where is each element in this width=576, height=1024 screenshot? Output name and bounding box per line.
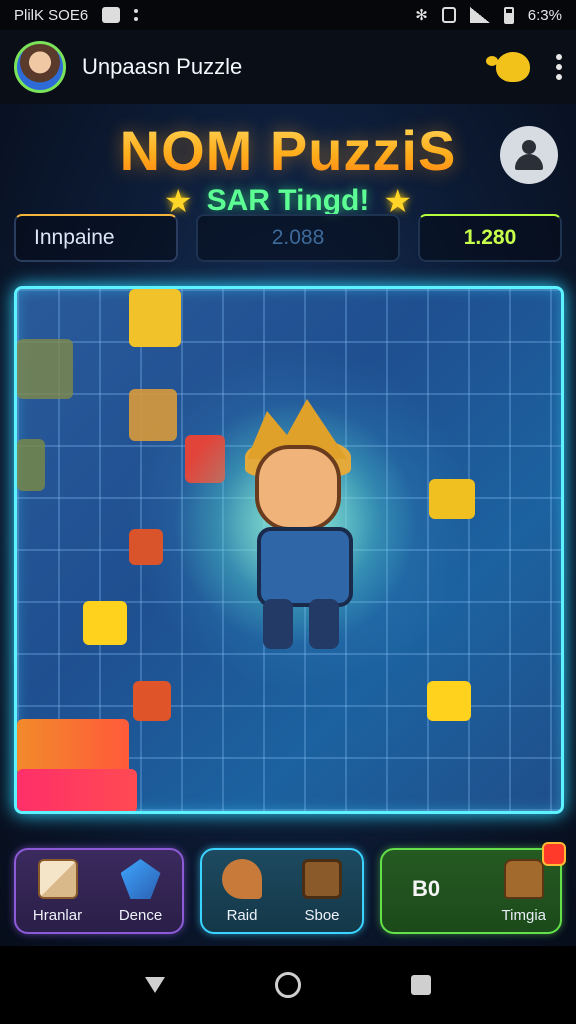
puzzle-piece[interactable] — [17, 769, 137, 811]
sboe-button[interactable]: Sboe — [282, 850, 362, 932]
hranlar-label: Hranlar — [32, 907, 83, 924]
app-title: Unpaasn Puzzle — [82, 54, 243, 79]
gem-icon — [120, 859, 161, 899]
score-bar: Innpaine 2.088 1.280 — [14, 214, 562, 262]
dence-button[interactable]: Dence — [99, 850, 182, 932]
puzzle-piece[interactable] — [129, 389, 177, 441]
vibrate-icon — [441, 7, 456, 23]
bluetooth-icon: ✻ — [415, 7, 428, 24]
puzzle-board[interactable] — [14, 286, 564, 814]
profile-button[interactable] — [500, 126, 558, 184]
hook-icon — [222, 859, 262, 899]
game-subtitle: SAR Tingd! — [206, 184, 370, 217]
mascot-icon[interactable] — [486, 52, 530, 82]
puzzle-piece[interactable] — [129, 289, 181, 347]
green-card-value: B0 — [412, 876, 441, 901]
right-score: 1.280 — [463, 226, 517, 249]
chest-icon — [302, 859, 342, 899]
hranlar-button[interactable]: Hranlar — [16, 850, 99, 932]
green-card[interactable]: B0 Timgia — [380, 842, 566, 934]
middle-score-box: 2.088 — [196, 214, 400, 262]
alert-badge-icon — [542, 842, 566, 866]
bag-icon — [503, 859, 544, 899]
teal-card: Raid Sboe — [200, 848, 364, 934]
battery-icon — [503, 6, 514, 24]
puzzle-piece[interactable] — [429, 479, 475, 519]
puzzle-piece[interactable] — [17, 439, 45, 491]
home-icon[interactable] — [275, 972, 301, 998]
bottom-panel: Hranlar Dence Raid Sboe B0 Timgia — [14, 842, 566, 934]
person-icon — [515, 140, 543, 170]
app-bar: Unpaasn Puzzle — [0, 30, 576, 104]
puzzle-piece[interactable] — [133, 681, 171, 721]
dence-label: Dence — [118, 907, 163, 924]
recents-icon[interactable] — [411, 975, 431, 995]
player-label: Innpaine — [34, 226, 115, 249]
raid-button[interactable]: Raid — [202, 850, 282, 932]
game-screen: NOM PuzziS ★ SAR Tingd! ★ Innpaine 2.088… — [0, 104, 576, 946]
dots-icon — [134, 9, 139, 21]
puzzle-piece[interactable] — [17, 719, 129, 775]
box-icon — [37, 859, 78, 899]
sboe-label: Sboe — [304, 907, 340, 924]
notification-square-icon — [102, 7, 121, 23]
right-score-box: 1.280 — [418, 214, 562, 262]
raid-label: Raid — [226, 907, 258, 924]
battery-text: 6:3% — [527, 6, 562, 24]
player-score-box: Innpaine — [14, 214, 178, 262]
signal-icon — [469, 7, 490, 23]
status-bar: PlilK SOE6 ✻ 6:3% — [0, 0, 576, 30]
puzzle-piece[interactable] — [427, 681, 471, 721]
middle-score: 2.088 — [271, 226, 325, 249]
avatar[interactable] — [14, 41, 66, 93]
status-left-text: PlilK SOE6 — [14, 6, 89, 24]
back-icon[interactable] — [145, 977, 165, 993]
puzzle-piece[interactable] — [129, 529, 163, 565]
game-logo: NOM PuzziS — [0, 118, 576, 183]
purple-card: Hranlar Dence — [14, 848, 184, 934]
more-vert-icon[interactable] — [556, 54, 562, 80]
hero-character — [175, 389, 415, 659]
puzzle-piece[interactable] — [17, 339, 73, 399]
timgia-slot: Timgia — [502, 859, 546, 924]
puzzle-piece[interactable] — [83, 601, 127, 645]
navigation-bar — [0, 946, 576, 1024]
timgia-label: Timgia — [501, 907, 546, 924]
